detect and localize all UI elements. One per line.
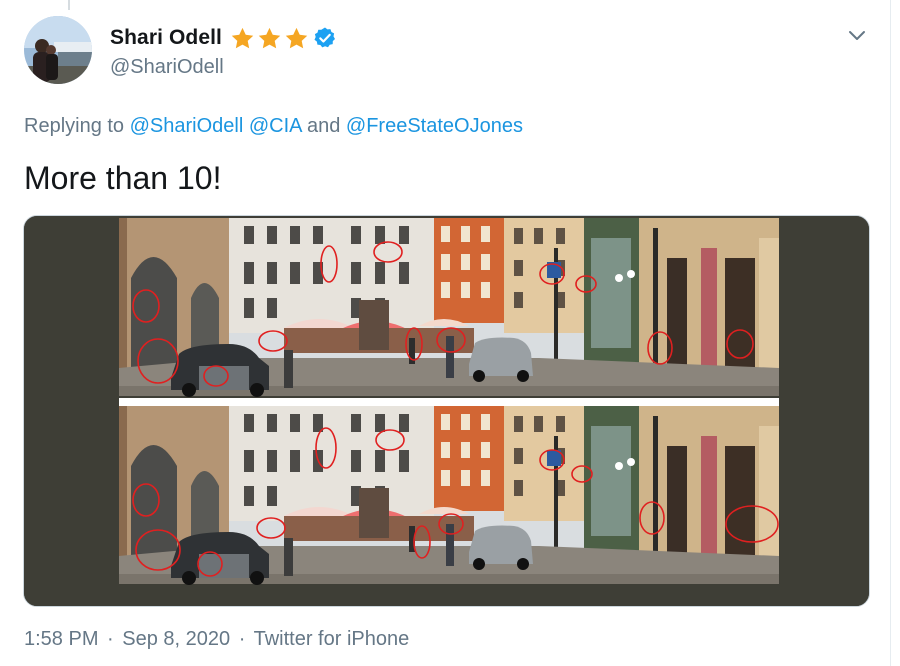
replying-to: Replying to @ShariOdell @CIA and @FreeSt… — [24, 115, 523, 138]
mention-link[interactable]: @FreeStateOJones — [346, 115, 523, 137]
street-scene-photo — [24, 216, 869, 606]
replying-to-label: Replying to — [24, 115, 125, 137]
author-name-row: Shari Odell — [110, 23, 337, 53]
user-handle[interactable]: @ShariOdell — [110, 56, 224, 79]
mention-link[interactable]: @ShariOdell — [130, 115, 244, 137]
meta-separator: · — [107, 628, 114, 650]
tweet-meta: 1:58 PM · Sep 8, 2020 · Twitter for iPho… — [24, 628, 409, 651]
star-icon — [231, 27, 254, 48]
meta-separator: · — [238, 628, 246, 650]
tweet-media-image[interactable] — [23, 215, 870, 607]
star-icon — [285, 27, 308, 48]
star-icon — [258, 27, 281, 48]
column-divider — [890, 0, 891, 666]
mention-link[interactable]: @CIA — [249, 115, 302, 137]
avatar-image — [24, 16, 92, 84]
avatar[interactable] — [24, 16, 92, 84]
thread-connector — [68, 0, 70, 10]
tweet-date[interactable]: Sep 8, 2020 — [122, 628, 230, 650]
tweet-time[interactable]: 1:58 PM — [24, 628, 98, 650]
display-name[interactable]: Shari Odell — [110, 26, 222, 50]
chevron-down-icon[interactable] — [846, 26, 868, 46]
verified-badge-icon — [314, 27, 335, 48]
mention-separator: and — [301, 115, 346, 137]
tweet-text: More than 10! — [24, 160, 222, 196]
tweet-source[interactable]: Twitter for iPhone — [254, 628, 410, 650]
